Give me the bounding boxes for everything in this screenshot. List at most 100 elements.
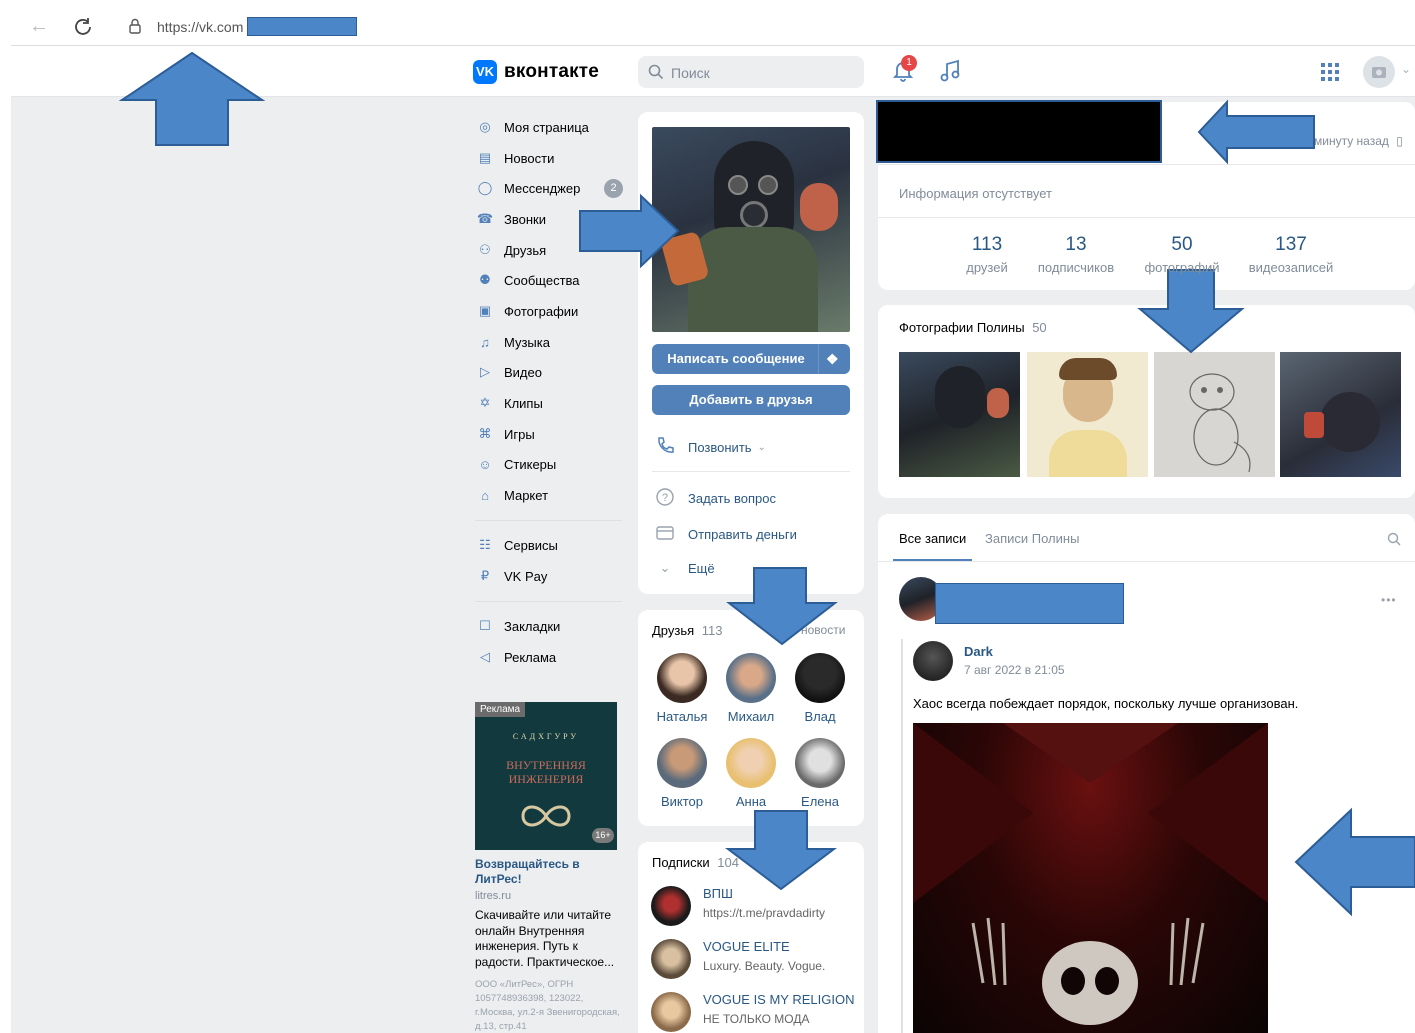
- sidebar-item[interactable]: ☺ Стикеры: [475, 452, 556, 476]
- mobile-icon: ▯: [1396, 134, 1403, 148]
- send-money-link[interactable]: Отправить деньги: [654, 523, 797, 546]
- user-avatar[interactable]: [1363, 56, 1395, 88]
- sidebar-item[interactable]: ₽ VK Pay: [475, 564, 548, 588]
- sidebar-item[interactable]: ⚉ Сообщества: [475, 268, 579, 292]
- friends-header[interactable]: Друзья 113: [652, 623, 723, 638]
- video-icon: ▷: [480, 364, 490, 379]
- sidebar-item-label: Фотографии: [504, 303, 579, 319]
- stat-count[interactable]: 113: [937, 234, 1037, 256]
- tab-all-posts[interactable]: Все записи: [899, 531, 966, 546]
- photo-thumbnail[interactable]: [1154, 352, 1275, 477]
- stat-count[interactable]: 13: [1026, 234, 1126, 256]
- subscription-avatar: [651, 939, 691, 979]
- friend-item[interactable]: Анна: [720, 738, 782, 809]
- post-text: Хаос всегда побеждает порядок, поскольку…: [913, 696, 1299, 711]
- friend-item[interactable]: Елена: [789, 738, 851, 809]
- stat-count[interactable]: 50: [1132, 234, 1232, 256]
- back-arrow-icon[interactable]: ←: [29, 15, 49, 38]
- repost-date[interactable]: 7 авг 2022 в 21:05: [964, 663, 1065, 677]
- call-label: Позвонить: [688, 440, 752, 455]
- ad-title[interactable]: Возвращайтесь в ЛитРес!: [475, 857, 620, 887]
- call-link[interactable]: Позвонить ⌄: [654, 436, 766, 459]
- sidebar-item[interactable]: ◁ Реклама: [475, 645, 556, 669]
- age-rating-badge: 16+: [592, 828, 614, 843]
- send-money-label: Отправить деньги: [688, 527, 797, 542]
- annotation-arrow-down-icon: [1137, 269, 1245, 354]
- notification-badge: 1: [901, 55, 917, 71]
- sidebar-item[interactable]: ☷ Сервисы: [475, 533, 558, 557]
- sidebar-item[interactable]: ▤ Новости: [475, 146, 554, 170]
- user-circle-icon: ◎: [479, 119, 491, 134]
- gamepad-icon: ⌘: [478, 426, 492, 441]
- repost-author-avatar[interactable]: [913, 641, 953, 681]
- photo-thumbnail[interactable]: [899, 352, 1020, 477]
- stat-label[interactable]: фотографий: [1132, 260, 1232, 275]
- info-divider: [878, 164, 1415, 165]
- sidebar-item[interactable]: ◯ Мессенджер: [475, 176, 581, 200]
- chevron-down-icon[interactable]: ⌄: [1401, 62, 1411, 76]
- ad-domain[interactable]: litres.ru: [475, 890, 511, 902]
- friend-item[interactable]: Михаил: [720, 653, 782, 724]
- photo-thumbnail[interactable]: [1027, 352, 1148, 477]
- photo-icon: ▣: [478, 303, 492, 318]
- friend-name: Анна: [735, 794, 767, 809]
- subscription-item[interactable]: ВПШ https://t.me/pravdadirty: [651, 886, 825, 926]
- ad-book-cover[interactable]: Реклама САДХГУРУ ВНУТРЕННЯЯ ИНЖЕНЕРИЯ 16…: [475, 702, 617, 850]
- subscription-avatar: [651, 992, 691, 1032]
- search-icon[interactable]: [1387, 532, 1401, 546]
- sidebar-item[interactable]: ⌘ Игры: [475, 422, 535, 446]
- lock-icon: [129, 18, 141, 34]
- music-note-icon[interactable]: [939, 59, 961, 83]
- mask-cartridge: [800, 183, 838, 231]
- stat-count[interactable]: 137: [1241, 234, 1341, 256]
- camera-icon: [1372, 67, 1386, 78]
- subscription-item[interactable]: VOGUE ELITE Luxury. Beauty. Vogue.: [651, 939, 825, 979]
- reload-icon[interactable]: [73, 17, 93, 37]
- more-link[interactable]: ⌄ Ещё: [654, 560, 715, 576]
- subscription-item[interactable]: VOGUE IS MY RELIGION НЕ ТОЛЬКО МОДА: [651, 992, 854, 1032]
- friend-item[interactable]: Виктор: [651, 738, 713, 809]
- photos-header[interactable]: Фотографии Полины 50: [899, 320, 1047, 335]
- sidebar-item[interactable]: ✡ Клипы: [475, 391, 543, 415]
- post-menu-dots[interactable]: •••: [1381, 593, 1397, 607]
- body-shape: [688, 227, 818, 332]
- ad-text[interactable]: Скачивайте или читайте онлайн Внутренняя…: [475, 908, 620, 970]
- apps-grid-icon[interactable]: [1321, 63, 1339, 81]
- stat-label[interactable]: видеозаписей: [1241, 260, 1341, 275]
- ask-question-link[interactable]: ? Задать вопрос: [654, 487, 776, 510]
- write-message-button[interactable]: Написать сообщение ❖: [652, 344, 850, 374]
- friend-item[interactable]: Наталья: [651, 653, 713, 724]
- friend-avatar: [657, 653, 707, 703]
- post-image[interactable]: [913, 723, 1268, 1033]
- add-friend-button[interactable]: Добавить в друзья: [652, 385, 850, 415]
- mask-filter: [740, 201, 768, 229]
- sidebar-item[interactable]: ♫ Музыка: [475, 330, 550, 354]
- market-icon: ⌂: [481, 487, 489, 503]
- vk-logo-icon[interactable]: VK: [473, 60, 497, 84]
- sidebar-item[interactable]: ⚇ Друзья: [475, 238, 546, 262]
- profile-photo[interactable]: [652, 127, 850, 332]
- repost-author-name[interactable]: Dark: [964, 644, 993, 659]
- question-icon: ?: [654, 487, 676, 510]
- gift-icon[interactable]: ❖: [826, 344, 839, 374]
- site-logo-text[interactable]: вконтакте: [504, 61, 599, 83]
- photo-thumbnail[interactable]: [1280, 352, 1401, 477]
- phone-icon: [654, 436, 676, 459]
- friend-item[interactable]: Влад: [789, 653, 851, 724]
- sidebar-item[interactable]: ◎ Моя страница: [475, 115, 589, 139]
- url-redaction: [247, 17, 357, 36]
- sidebar-item[interactable]: ▷ Видео: [475, 360, 542, 384]
- stat-label[interactable]: друзей: [937, 260, 1037, 275]
- photos-count: 50: [1032, 320, 1047, 335]
- tab-own-posts[interactable]: Записи Полины: [985, 531, 1079, 546]
- sidebar-item[interactable]: ⌂ Маркет: [475, 483, 548, 507]
- stat-label[interactable]: подписчиков: [1026, 260, 1126, 275]
- sidebar-item[interactable]: ☎ Звонки: [475, 207, 546, 231]
- address-bar-url[interactable]: https://vk.com: [157, 19, 243, 35]
- sidebar-item[interactable]: ☐ Закладки: [475, 614, 560, 638]
- sidebar-item-label: Друзья: [504, 242, 547, 258]
- search-input[interactable]: Поиск: [638, 56, 864, 88]
- friends-title: Друзья: [652, 623, 695, 638]
- gas-mask-shape: [935, 366, 985, 428]
- sidebar-item[interactable]: ▣ Фотографии: [475, 299, 578, 323]
